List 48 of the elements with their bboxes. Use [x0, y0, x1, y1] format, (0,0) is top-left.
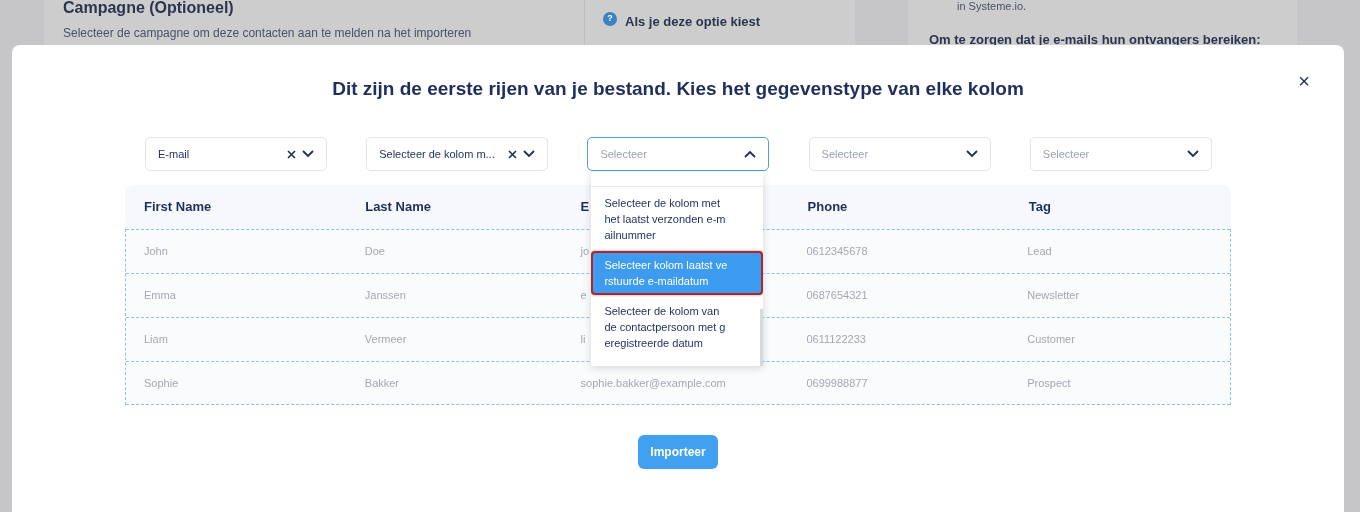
table-cell-text: Sophie	[144, 375, 179, 391]
column-header: First Name	[144, 198, 212, 217]
side-note: in Systeme.io.	[956, 1, 1028, 12]
table-cell-text: Liam	[144, 332, 168, 348]
chevron-down-icon	[523, 150, 536, 158]
help-icon: ?	[603, 12, 617, 26]
dropdown-option[interactable]: Selecteer de kolom met het laatst verzonden e-mailnummer	[591, 189, 764, 249]
table-cell-text: li	[580, 332, 586, 348]
column-header: Tag	[1028, 198, 1051, 217]
dropdown-option[interactable]: Selecteer de kolom van de contactpersoon met geregistreerde datum	[591, 297, 764, 357]
select-value: E-mail	[158, 146, 191, 162]
table-cell-text: Emma	[144, 288, 176, 304]
table-cell-text: 0699988877	[806, 375, 868, 391]
table-cell-text: 0612345678	[806, 244, 868, 260]
column-header: Last Name	[365, 198, 431, 217]
column-header: E	[580, 198, 590, 217]
close-button[interactable]: ×	[1298, 71, 1310, 91]
table-cell-text: Bakker	[364, 375, 400, 391]
select-placeholder: Selecteer	[1042, 146, 1091, 162]
table-cell-text: Vermeer	[364, 332, 407, 348]
clear-icon[interactable]	[508, 149, 518, 159]
chevron-down-icon	[302, 150, 314, 158]
modal-title: Dit zijn de eerste rijen van je bestand. Kies het gegevenstype van elke kolom	[331, 77, 1025, 100]
select-value: Selecteer de kolom m...	[379, 146, 496, 162]
column-type-select[interactable]: E-mail	[145, 137, 327, 171]
table-cell-text: Lead	[1027, 244, 1052, 260]
table-cell-text: 0687654321	[806, 288, 868, 304]
chevron-up-icon	[744, 150, 757, 158]
chevron-down-icon	[1186, 150, 1199, 158]
table-cell-text: e	[580, 288, 587, 304]
table-cell-text: Newsletter	[1027, 288, 1080, 304]
select-placeholder: Selecteer	[600, 146, 648, 162]
table-cell-text: Doe	[364, 244, 385, 260]
table-cell-text: jo	[580, 244, 590, 260]
column-header: Phone	[807, 198, 848, 217]
table-cell-text: sophie.bakker@example.com	[580, 375, 726, 391]
table-cell-text: Customer	[1027, 332, 1075, 348]
table-cell-text: 0611122233	[806, 332, 866, 348]
campaign-hint: Selecteer de campagne om deze contacten aan te melden na het importeren	[63, 25, 473, 42]
select-placeholder: Selecteer	[821, 146, 870, 162]
clear-icon[interactable]	[287, 149, 296, 159]
table-cell-text: Janssen	[364, 288, 406, 304]
chevron-down-icon	[965, 150, 978, 158]
table-cell-text: Prospect	[1027, 375, 1071, 391]
campaign-title: Campagne (Optioneel)	[63, 0, 235, 16]
help-title: Als je deze optie kiest	[625, 13, 761, 31]
table-cell-text: John	[144, 244, 168, 260]
column-type-select[interactable]: Selecteer de kolom m...	[366, 137, 549, 171]
